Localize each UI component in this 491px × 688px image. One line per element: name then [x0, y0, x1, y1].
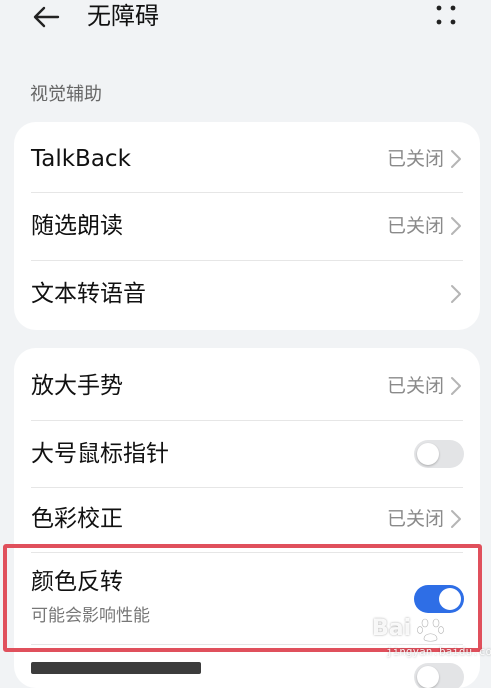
paw-icon: [417, 618, 444, 642]
setting-status: 已关闭: [386, 215, 444, 237]
chevron-right-icon: [451, 510, 461, 528]
page-title: 无障碍: [87, 2, 159, 30]
cut-off-label: [31, 662, 201, 674]
watermark-url: jingyan.baidu.com: [386, 645, 491, 658]
chevron-right-icon: [451, 285, 461, 303]
more-options-button[interactable]: [432, 2, 460, 30]
settings-card-screen-reader: TalkBack 已关闭 随选朗读 已关闭 文本转语音: [14, 122, 480, 330]
section-label-visual-assist: 视觉辅助: [30, 84, 102, 105]
color-inversion-toggle[interactable]: [414, 585, 464, 613]
chevron-right-icon: [451, 377, 461, 395]
setting-title: 大号鼠标指针: [31, 441, 169, 467]
setting-row-talkback[interactable]: TalkBack 已关闭: [14, 122, 480, 192]
setting-title: 文本转语音: [31, 281, 146, 307]
large-pointer-toggle[interactable]: [414, 440, 464, 468]
toggle-knob: [417, 443, 439, 465]
top-bar: 无障碍: [0, 0, 491, 40]
arrow-left-icon: [33, 6, 60, 28]
setting-row-large-mouse-pointer[interactable]: 大号鼠标指针: [14, 421, 480, 487]
more-vertical-icon: [436, 5, 456, 25]
setting-row-text-to-speech[interactable]: 文本转语音: [14, 261, 480, 330]
setting-title: 放大手势: [31, 373, 123, 399]
setting-status: 已关闭: [386, 375, 444, 397]
setting-row-color-correction[interactable]: 色彩校正 已关闭: [14, 488, 480, 552]
setting-subtitle: 可能会影响性能: [31, 606, 150, 626]
setting-status: 已关闭: [386, 148, 444, 170]
watermark-logo-text: Bai: [372, 616, 412, 641]
chevron-right-icon: [451, 150, 461, 168]
chevron-right-icon: [451, 217, 461, 235]
back-button[interactable]: [30, 2, 64, 32]
toggle-knob: [417, 666, 439, 688]
baidu-watermark: Bai jingyan.baidu.com: [372, 612, 491, 662]
setting-title: 颜色反转: [31, 569, 123, 595]
setting-title: 色彩校正: [31, 506, 123, 532]
setting-status: 已关闭: [386, 508, 444, 530]
partial-row-toggle[interactable]: [414, 663, 464, 688]
setting-title: 随选朗读: [31, 213, 123, 239]
toggle-knob: [439, 588, 461, 610]
setting-title: TalkBack: [31, 146, 131, 172]
setting-row-select-to-speak[interactable]: 随选朗读 已关闭: [14, 193, 480, 260]
setting-row-magnification-gesture[interactable]: 放大手势 已关闭: [14, 348, 480, 420]
